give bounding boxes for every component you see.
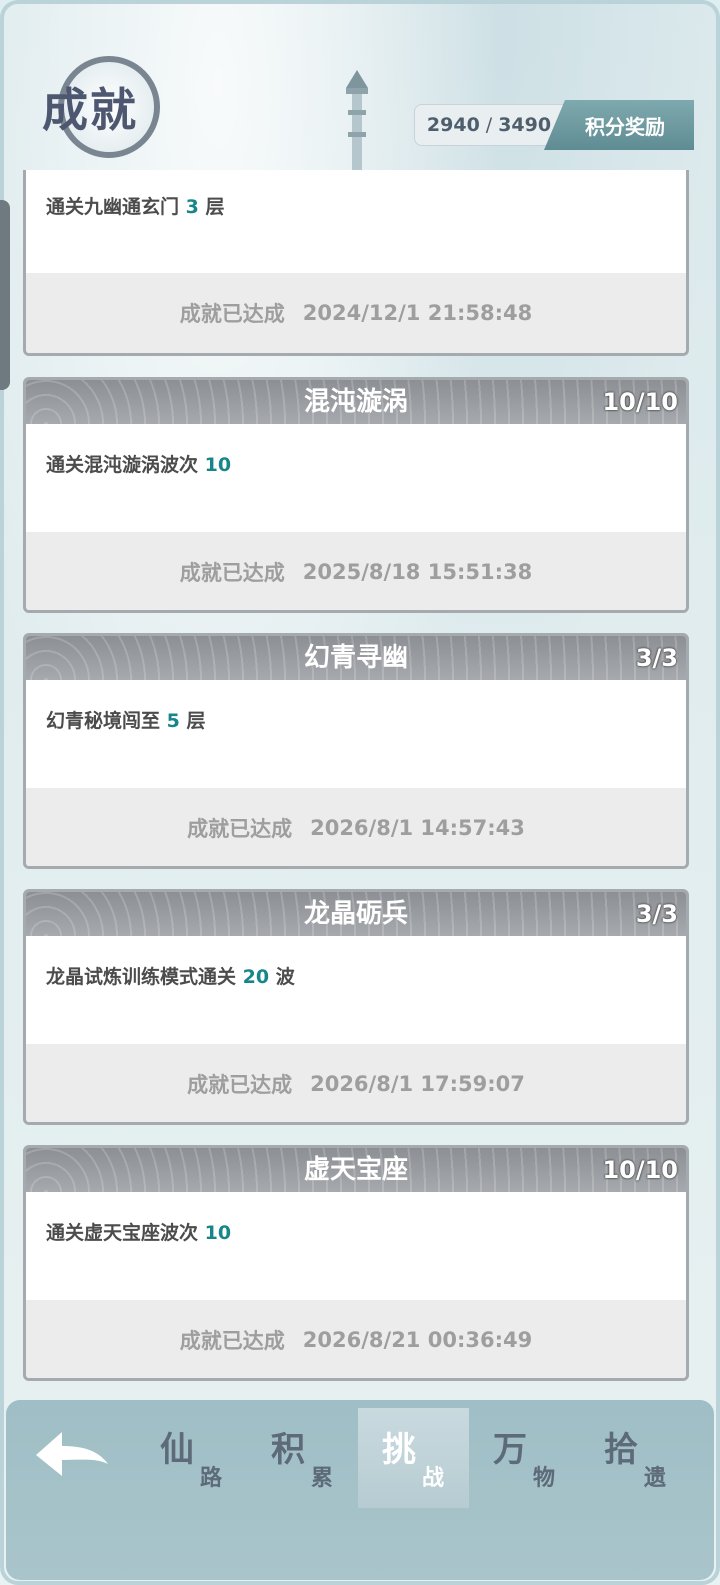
tab-xianlu[interactable]: 仙 路 (136, 1408, 247, 1508)
score-display: 2940 / 3490 (414, 104, 564, 146)
achieved-time: 2026/8/1 14:57:43 (310, 816, 525, 840)
achievement-description: 龙晶试炼训练模式通关 20 波 (46, 966, 295, 988)
achievement-header: 虚天宝座 10/10 (26, 1148, 686, 1192)
achievement-description: 通关混沌漩涡波次 10 (46, 454, 232, 476)
achievement-title: 混沌漩涡 (303, 387, 408, 417)
achievement-status: 成就已达成 2026/8/1 14:57:43 (26, 788, 686, 866)
achievement-count: 3/3 (635, 900, 678, 928)
achieved-time: 2026/8/21 00:36:49 (302, 1328, 533, 1352)
target-value: 5 (166, 710, 180, 732)
achieved-time: 2024/12/1 21:58:48 (302, 301, 533, 325)
tab-tiaozhan[interactable]: 挑 战 (358, 1408, 469, 1508)
bottom-nav: 仙 路 积 累 挑 战 万 物 拾 遗 (6, 1400, 714, 1580)
achievement-status: 成就已达成 2024/12/1 21:58:48 (26, 273, 686, 353)
achievement-status: 成就已达成 2026/8/1 17:59:07 (26, 1044, 686, 1122)
achievement-count: 10/10 (602, 1156, 678, 1184)
header: 成就 2940 / 3490 积分奖励 (0, 0, 720, 172)
status-text: 成就已达成 (187, 817, 293, 841)
achievement-description: 幻青秘境闯至 5 层 (46, 710, 206, 732)
target-value: 3 (185, 196, 199, 218)
status-text: 成就已达成 (187, 1073, 293, 1097)
achieved-time: 2025/8/18 15:51:38 (302, 560, 533, 584)
achieved-time: 2026/8/1 17:59:07 (310, 1072, 525, 1096)
achievement-status: 成就已达成 2025/8/18 15:51:38 (26, 532, 686, 610)
score-current: 2940 (426, 114, 480, 136)
page-title: 成就 (42, 83, 138, 137)
achievement-header: 混沌漩涡 10/10 (26, 380, 686, 424)
status-text: 成就已达成 (179, 561, 285, 585)
achievement-card: 龙晶砺兵 3/3 龙晶试炼训练模式通关 20 波 成就已达成 2026/8/1 … (23, 889, 689, 1125)
target-value: 20 (242, 966, 270, 988)
side-drawer-handle[interactable] (0, 200, 10, 390)
achievement-description: 通关九幽通玄门 3 层 (46, 196, 225, 218)
achievement-description: 通关虚天宝座波次 10 (46, 1222, 232, 1244)
back-arrow-icon[interactable] (32, 1420, 112, 1490)
tab-shiyi[interactable]: 拾 遗 (580, 1408, 691, 1508)
score-total: 3490 (498, 114, 552, 136)
achievement-title: 虚天宝座 (303, 1155, 408, 1185)
achievement-header: 幻青寻幽 3/3 (26, 636, 686, 680)
achievement-header: 龙晶砺兵 3/3 (26, 892, 686, 936)
pagoda-decoration-icon (346, 70, 368, 170)
tab-wanwu[interactable]: 万 物 (469, 1408, 580, 1508)
score-separator: / (485, 114, 493, 136)
tab-jilei[interactable]: 积 累 (247, 1408, 358, 1508)
achievement-count: 3/3 (635, 644, 678, 672)
achievement-title: 幻青寻幽 (303, 643, 408, 673)
points-reward-button[interactable]: 积分奖励 (544, 100, 694, 150)
target-value: 10 (204, 1222, 232, 1244)
achievement-card: 幻青寻幽 3/3 幻青秘境闯至 5 层 成就已达成 2026/8/1 14:57… (23, 633, 689, 869)
achievement-title: 龙晶砺兵 (303, 899, 408, 929)
achievement-status: 成就已达成 2026/8/21 00:36:49 (26, 1300, 686, 1378)
target-value: 10 (204, 454, 232, 476)
achievement-card: 通关九幽通玄门 3 层 成就已达成 2024/12/1 21:58:48 (23, 170, 689, 356)
status-text: 成就已达成 (179, 1329, 285, 1353)
status-text: 成就已达成 (179, 302, 285, 326)
achievement-card: 混沌漩涡 10/10 通关混沌漩涡波次 10 成就已达成 2025/8/18 1… (23, 377, 689, 613)
achievement-card: 虚天宝座 10/10 通关虚天宝座波次 10 成就已达成 2026/8/21 0… (23, 1145, 689, 1381)
achievement-count: 10/10 (602, 388, 678, 416)
